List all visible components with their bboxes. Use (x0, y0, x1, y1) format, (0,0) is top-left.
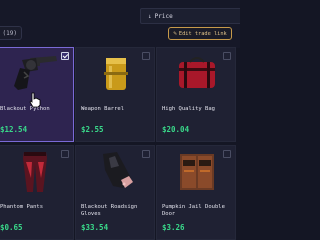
item-price: $3.26 (162, 223, 185, 232)
item-card[interactable]: High Quality Bag $20.04 (156, 47, 236, 142)
item-name: Weapon Barrel (81, 106, 125, 112)
weapon-barrel-image (104, 58, 128, 90)
gloves-image (103, 152, 133, 188)
item-name: Pumpkin Jail Double Door (162, 204, 225, 217)
item-price: $20.04 (162, 125, 190, 134)
pants-image (23, 152, 47, 192)
jail-door-image (180, 154, 214, 190)
checkbox-icon[interactable] (142, 150, 150, 158)
item-name: Phantom Pants (0, 204, 44, 210)
bag-image (179, 57, 215, 88)
item-name: Blackout Roadsign Gloves (81, 204, 138, 217)
item-card[interactable]: Pumpkin Jail Double Door $3.26 (156, 145, 236, 240)
edit-trade-link-button[interactable]: ✎ Edit trade link (168, 27, 232, 40)
checkbox-icon[interactable] (61, 52, 69, 60)
pencil-icon: ✎ (173, 30, 177, 37)
checkbox-icon[interactable] (61, 150, 69, 158)
item-card[interactable]: Weapon Barrel $2.55 (75, 47, 155, 142)
checkbox-icon[interactable] (223, 150, 231, 158)
selected-count: (19) (2, 29, 17, 37)
item-price: $12.54 (0, 125, 28, 134)
item-price: $0.65 (0, 223, 23, 232)
checkbox-icon[interactable] (223, 52, 231, 60)
revolver-image (14, 56, 57, 90)
item-name: High Quality Bag (162, 106, 215, 112)
item-card[interactable]: Blackout Roadsign Gloves $33.54 (75, 145, 155, 240)
item-card[interactable]: Phantom Pants $0.65 (0, 145, 74, 240)
item-price: $33.54 (81, 223, 109, 232)
hand-pointer-cursor-icon (29, 92, 41, 108)
selected-count-pill[interactable]: (19) (0, 26, 22, 40)
sort-label: Price (154, 12, 173, 20)
edit-trade-link-label: Edit trade link (178, 30, 227, 37)
sort-arrow-icon: ↓ (148, 12, 152, 20)
item-price: $2.55 (81, 125, 104, 134)
checkbox-icon[interactable] (142, 52, 150, 60)
sort-select[interactable]: ↓ Price (140, 8, 240, 24)
